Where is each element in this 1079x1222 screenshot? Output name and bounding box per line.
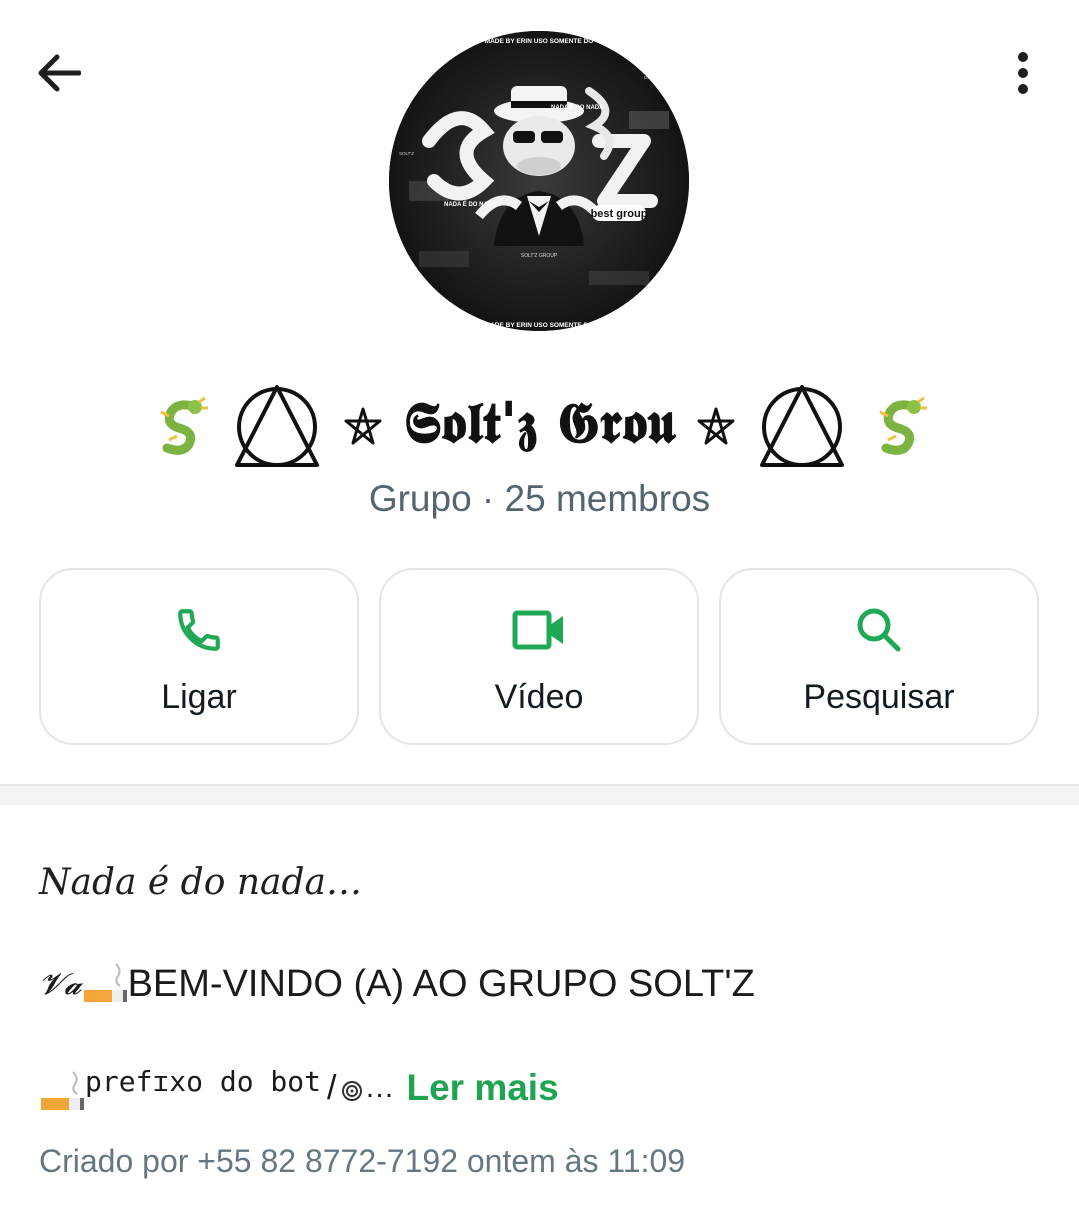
- description-ellipsis: …: [364, 1071, 395, 1104]
- video-camera-icon: [512, 610, 563, 650]
- triangle-circle-icon: [234, 385, 319, 468]
- arrow-left-icon: [38, 54, 81, 92]
- description-line: prefɪxo do bot / … Ler mais: [39, 1062, 559, 1114]
- avatar-text: SOLT'Z: [399, 151, 414, 156]
- group-name-text: 𝕾𝖔𝖑𝖙'𝖟 𝕲𝖗𝖔𝖚: [403, 390, 676, 456]
- more-options-button[interactable]: [995, 42, 1051, 104]
- group-name: 𝕾𝖔𝖑𝖙'𝖟 𝕲𝖗𝖔𝖚: [0, 368, 1079, 478]
- more-vertical-icon: [1018, 52, 1028, 94]
- search-button-label: Pesquisar: [803, 678, 955, 716]
- description-bot-prefix-text: prefɪxo do bot: [85, 1064, 322, 1098]
- spiral-icon: [342, 1081, 363, 1101]
- video-call-button[interactable]: Vídeo: [379, 568, 699, 745]
- description-title: Nada é do nada…: [39, 862, 362, 903]
- call-button-label: Ligar: [161, 678, 237, 716]
- avatar-badge-text: best group: [591, 208, 648, 220]
- section-divider-band: [0, 786, 1079, 805]
- dragon-emoji-icon: [879, 397, 927, 456]
- read-more-link[interactable]: Ler mais: [406, 1067, 558, 1109]
- pentagram-icon: [344, 407, 382, 445]
- avatar-text: SOLT'Z GROUP: [521, 253, 558, 259]
- triangle-circle-icon: [760, 385, 845, 468]
- phone-icon: [178, 609, 220, 651]
- description-line: 𝓥𝓪 BEM-VINDO (A) AO GRUPO SOLT'Z: [39, 962, 755, 1006]
- back-button[interactable]: [28, 42, 90, 104]
- created-by-text: Criado por +55 82 8772-7192 ontem às 11:…: [39, 1143, 686, 1179]
- search-button[interactable]: Pesquisar: [719, 568, 1039, 745]
- video-call-button-label: Vídeo: [494, 678, 584, 716]
- pentagram-icon: [697, 407, 735, 445]
- group-avatar[interactable]: MADE BY ERIN USO SOMENTE DO MADE BY ERIN…: [389, 31, 689, 331]
- dragon-emoji-icon: [160, 397, 209, 456]
- description-welcome-text: BEM-VINDO (A) AO GRUPO SOLT'Z: [127, 962, 755, 1005]
- avatar-text: NADA É DO NADA: [551, 103, 604, 111]
- cigarette-icon: [41, 1071, 84, 1110]
- avatar-text: NADA É DO NADA: [444, 200, 497, 208]
- description-prefix: 𝓥𝓪: [39, 966, 82, 1002]
- action-buttons: Ligar Vídeo Pesquisar: [39, 568, 1039, 746]
- avatar-bottom-text: MADE BY ERIN USO SOMENTE DO: [485, 322, 594, 329]
- description-slash: /: [327, 1068, 337, 1107]
- avatar-artwork: MADE BY ERIN USO SOMENTE DO MADE BY ERIN…: [389, 31, 689, 331]
- avatar-top-text: MADE BY ERIN USO SOMENTE DO: [485, 38, 594, 45]
- call-button[interactable]: Ligar: [39, 568, 359, 745]
- group-member-count: Grupo · 25 membros: [368, 478, 711, 519]
- search-icon: [857, 608, 901, 652]
- cigarette-icon: [83, 963, 127, 1002]
